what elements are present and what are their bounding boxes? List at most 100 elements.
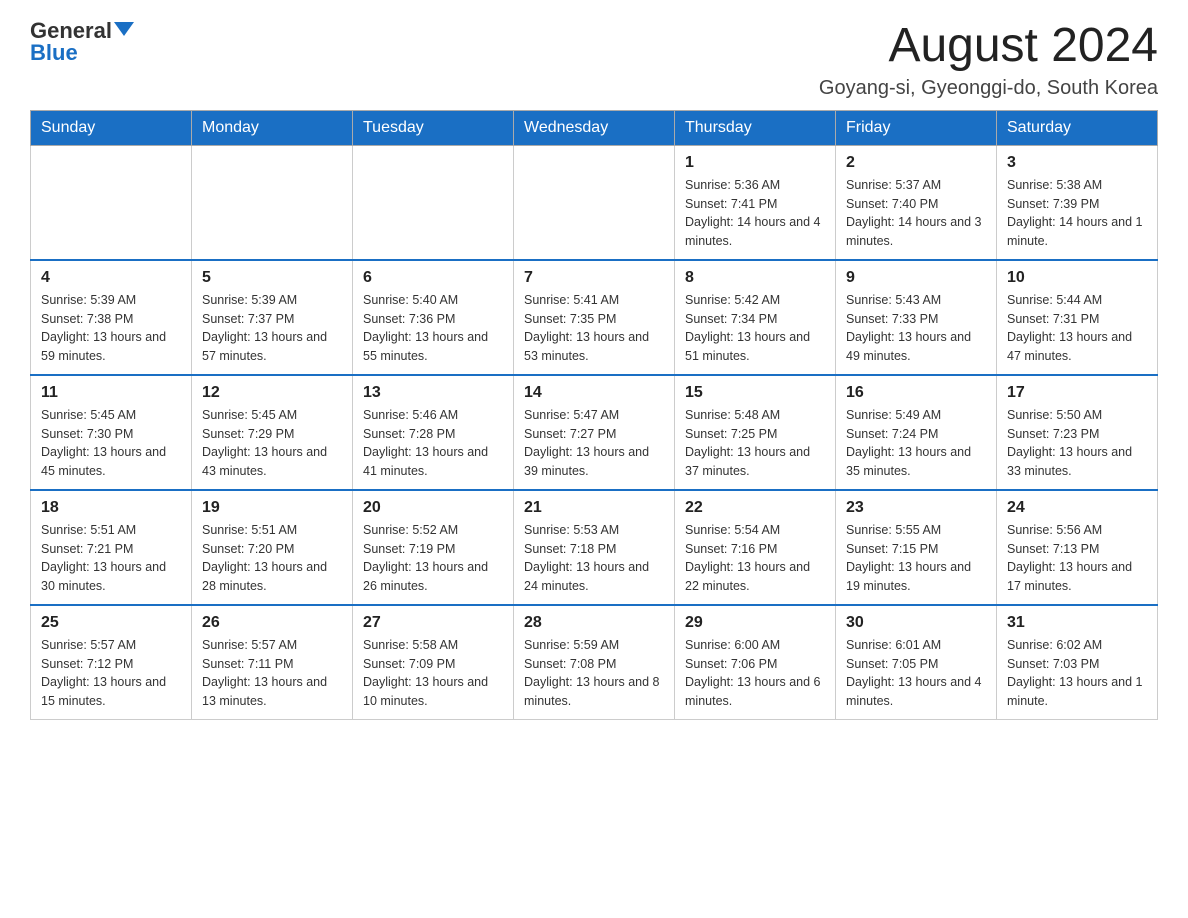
day-number: 13 [363,384,503,402]
day-info: Sunrise: 5:59 AM Sunset: 7:08 PM Dayligh… [524,636,664,711]
calendar-cell: 16Sunrise: 5:49 AM Sunset: 7:24 PM Dayli… [836,375,997,490]
day-number: 26 [202,614,342,632]
day-number: 7 [524,269,664,287]
calendar-week-5: 25 Sunrise: 5:57 AM Sunset: 7:12 PM Dayli… [31,605,1158,720]
day-info: Sunrise: 5:38 AM Sunset: 7:39 PM Dayligh… [1007,176,1147,251]
day-info: Sunrise: 5:48 AM Sunset: 7:25 PM Dayligh… [685,406,825,481]
col-monday: Monday [192,110,353,145]
calendar-week-3: 11 Sunrise: 5:45 AM Sunset: 7:30 PM Dayli… [31,375,1158,490]
col-thursday: Thursday [675,110,836,145]
day-number: 9 [846,269,986,287]
day-info: Sunrise: 5:56 AM Sunset: 7:13 PM Dayligh… [1007,521,1147,596]
day-number: 23 [846,499,986,517]
day-number: 3 [1007,154,1147,172]
calendar-cell [514,145,675,260]
page-header: General Blue August 2024 Goyang-si, Gyeo… [30,20,1158,100]
logo-triangle-icon [114,22,134,36]
day-number: 30 [846,614,986,632]
col-tuesday: Tuesday [353,110,514,145]
day-info: Sunrise: 5:52 AM Sunset: 7:19 PM Dayligh… [363,521,503,596]
day-info: Sunrise: 5:39 AM Sunset: 7:38 PM Dayligh… [41,291,181,366]
calendar-header-row: Sunday Monday Tuesday Wednesday Thursday… [31,110,1158,145]
logo-general-text: General [30,20,112,42]
location-title: Goyang-si, Gyeonggi-do, South Korea [819,77,1158,100]
calendar-week-2: 4Sunrise: 5:39 AM Sunset: 7:38 PM Daylig… [31,260,1158,375]
calendar-cell: 3 Sunrise: 5:38 AM Sunset: 7:39 PM Daylig… [997,145,1158,260]
calendar-cell: 1 Sunrise: 5:36 AM Sunset: 7:41 PM Daylig… [675,145,836,260]
logo-blue-text: Blue [30,42,78,64]
month-title: August 2024 [819,20,1158,73]
day-info: Sunrise: 5:54 AM Sunset: 7:16 PM Dayligh… [685,521,825,596]
calendar-cell: 7 Sunrise: 5:41 AM Sunset: 7:35 PM Daylig… [514,260,675,375]
day-info: Sunrise: 5:39 AM Sunset: 7:37 PM Dayligh… [202,291,342,366]
calendar-cell: 22 Sunrise: 5:54 AM Sunset: 7:16 PM Dayli… [675,490,836,605]
calendar-week-4: 18 Sunrise: 5:51 AM Sunset: 7:21 PM Dayli… [31,490,1158,605]
day-number: 22 [685,499,825,517]
col-wednesday: Wednesday [514,110,675,145]
day-number: 17 [1007,384,1147,402]
day-number: 27 [363,614,503,632]
day-number: 6 [363,269,503,287]
calendar-week-1: 1 Sunrise: 5:36 AM Sunset: 7:41 PM Daylig… [31,145,1158,260]
day-number: 28 [524,614,664,632]
day-info: Sunrise: 5:46 AM Sunset: 7:28 PM Dayligh… [363,406,503,481]
calendar-cell [192,145,353,260]
col-sunday: Sunday [31,110,192,145]
calendar-cell: 4Sunrise: 5:39 AM Sunset: 7:38 PM Daylig… [31,260,192,375]
day-number: 11 [41,384,181,402]
day-info: Sunrise: 5:37 AM Sunset: 7:40 PM Dayligh… [846,176,986,251]
day-number: 1 [685,154,825,172]
calendar-cell [353,145,514,260]
day-number: 31 [1007,614,1147,632]
calendar-cell: 20 Sunrise: 5:52 AM Sunset: 7:19 PM Dayli… [353,490,514,605]
day-info: Sunrise: 6:02 AM Sunset: 7:03 PM Dayligh… [1007,636,1147,711]
day-info: Sunrise: 5:57 AM Sunset: 7:12 PM Dayligh… [41,636,181,711]
calendar-cell: 8 Sunrise: 5:42 AM Sunset: 7:34 PM Daylig… [675,260,836,375]
day-info: Sunrise: 5:57 AM Sunset: 7:11 PM Dayligh… [202,636,342,711]
day-info: Sunrise: 6:01 AM Sunset: 7:05 PM Dayligh… [846,636,986,711]
day-number: 21 [524,499,664,517]
calendar-cell: 27Sunrise: 5:58 AM Sunset: 7:09 PM Dayli… [353,605,514,720]
day-info: Sunrise: 5:50 AM Sunset: 7:23 PM Dayligh… [1007,406,1147,481]
col-saturday: Saturday [997,110,1158,145]
day-number: 8 [685,269,825,287]
day-number: 29 [685,614,825,632]
day-info: Sunrise: 5:51 AM Sunset: 7:21 PM Dayligh… [41,521,181,596]
calendar-cell: 26 Sunrise: 5:57 AM Sunset: 7:11 PM Dayli… [192,605,353,720]
logo: General Blue [30,20,134,64]
day-info: Sunrise: 5:45 AM Sunset: 7:30 PM Dayligh… [41,406,181,481]
calendar-cell: 23 Sunrise: 5:55 AM Sunset: 7:15 PM Dayli… [836,490,997,605]
day-info: Sunrise: 5:36 AM Sunset: 7:41 PM Dayligh… [685,176,825,251]
calendar-cell: 15 Sunrise: 5:48 AM Sunset: 7:25 PM Dayli… [675,375,836,490]
day-number: 19 [202,499,342,517]
calendar-cell: 11 Sunrise: 5:45 AM Sunset: 7:30 PM Dayli… [31,375,192,490]
calendar-cell: 17 Sunrise: 5:50 AM Sunset: 7:23 PM Dayli… [997,375,1158,490]
calendar-cell: 19Sunrise: 5:51 AM Sunset: 7:20 PM Dayli… [192,490,353,605]
day-info: Sunrise: 6:00 AM Sunset: 7:06 PM Dayligh… [685,636,825,711]
day-number: 25 [41,614,181,632]
day-number: 15 [685,384,825,402]
day-info: Sunrise: 5:43 AM Sunset: 7:33 PM Dayligh… [846,291,986,366]
calendar-cell: 24 Sunrise: 5:56 AM Sunset: 7:13 PM Dayli… [997,490,1158,605]
calendar-cell: 5Sunrise: 5:39 AM Sunset: 7:37 PM Daylig… [192,260,353,375]
day-number: 10 [1007,269,1147,287]
day-info: Sunrise: 5:42 AM Sunset: 7:34 PM Dayligh… [685,291,825,366]
day-info: Sunrise: 5:45 AM Sunset: 7:29 PM Dayligh… [202,406,342,481]
calendar-cell: 2 Sunrise: 5:37 AM Sunset: 7:40 PM Daylig… [836,145,997,260]
calendar-cell: 6Sunrise: 5:40 AM Sunset: 7:36 PM Daylig… [353,260,514,375]
day-number: 20 [363,499,503,517]
calendar-cell: 29 Sunrise: 6:00 AM Sunset: 7:06 PM Dayli… [675,605,836,720]
calendar-table: Sunday Monday Tuesday Wednesday Thursday… [30,110,1158,720]
day-number: 14 [524,384,664,402]
day-number: 18 [41,499,181,517]
day-info: Sunrise: 5:55 AM Sunset: 7:15 PM Dayligh… [846,521,986,596]
calendar-cell: 9 Sunrise: 5:43 AM Sunset: 7:33 PM Daylig… [836,260,997,375]
day-number: 2 [846,154,986,172]
calendar-cell [31,145,192,260]
calendar-cell: 13 Sunrise: 5:46 AM Sunset: 7:28 PM Dayli… [353,375,514,490]
day-number: 24 [1007,499,1147,517]
day-info: Sunrise: 5:49 AM Sunset: 7:24 PM Dayligh… [846,406,986,481]
calendar-cell: 21Sunrise: 5:53 AM Sunset: 7:18 PM Dayli… [514,490,675,605]
day-info: Sunrise: 5:41 AM Sunset: 7:35 PM Dayligh… [524,291,664,366]
day-number: 12 [202,384,342,402]
